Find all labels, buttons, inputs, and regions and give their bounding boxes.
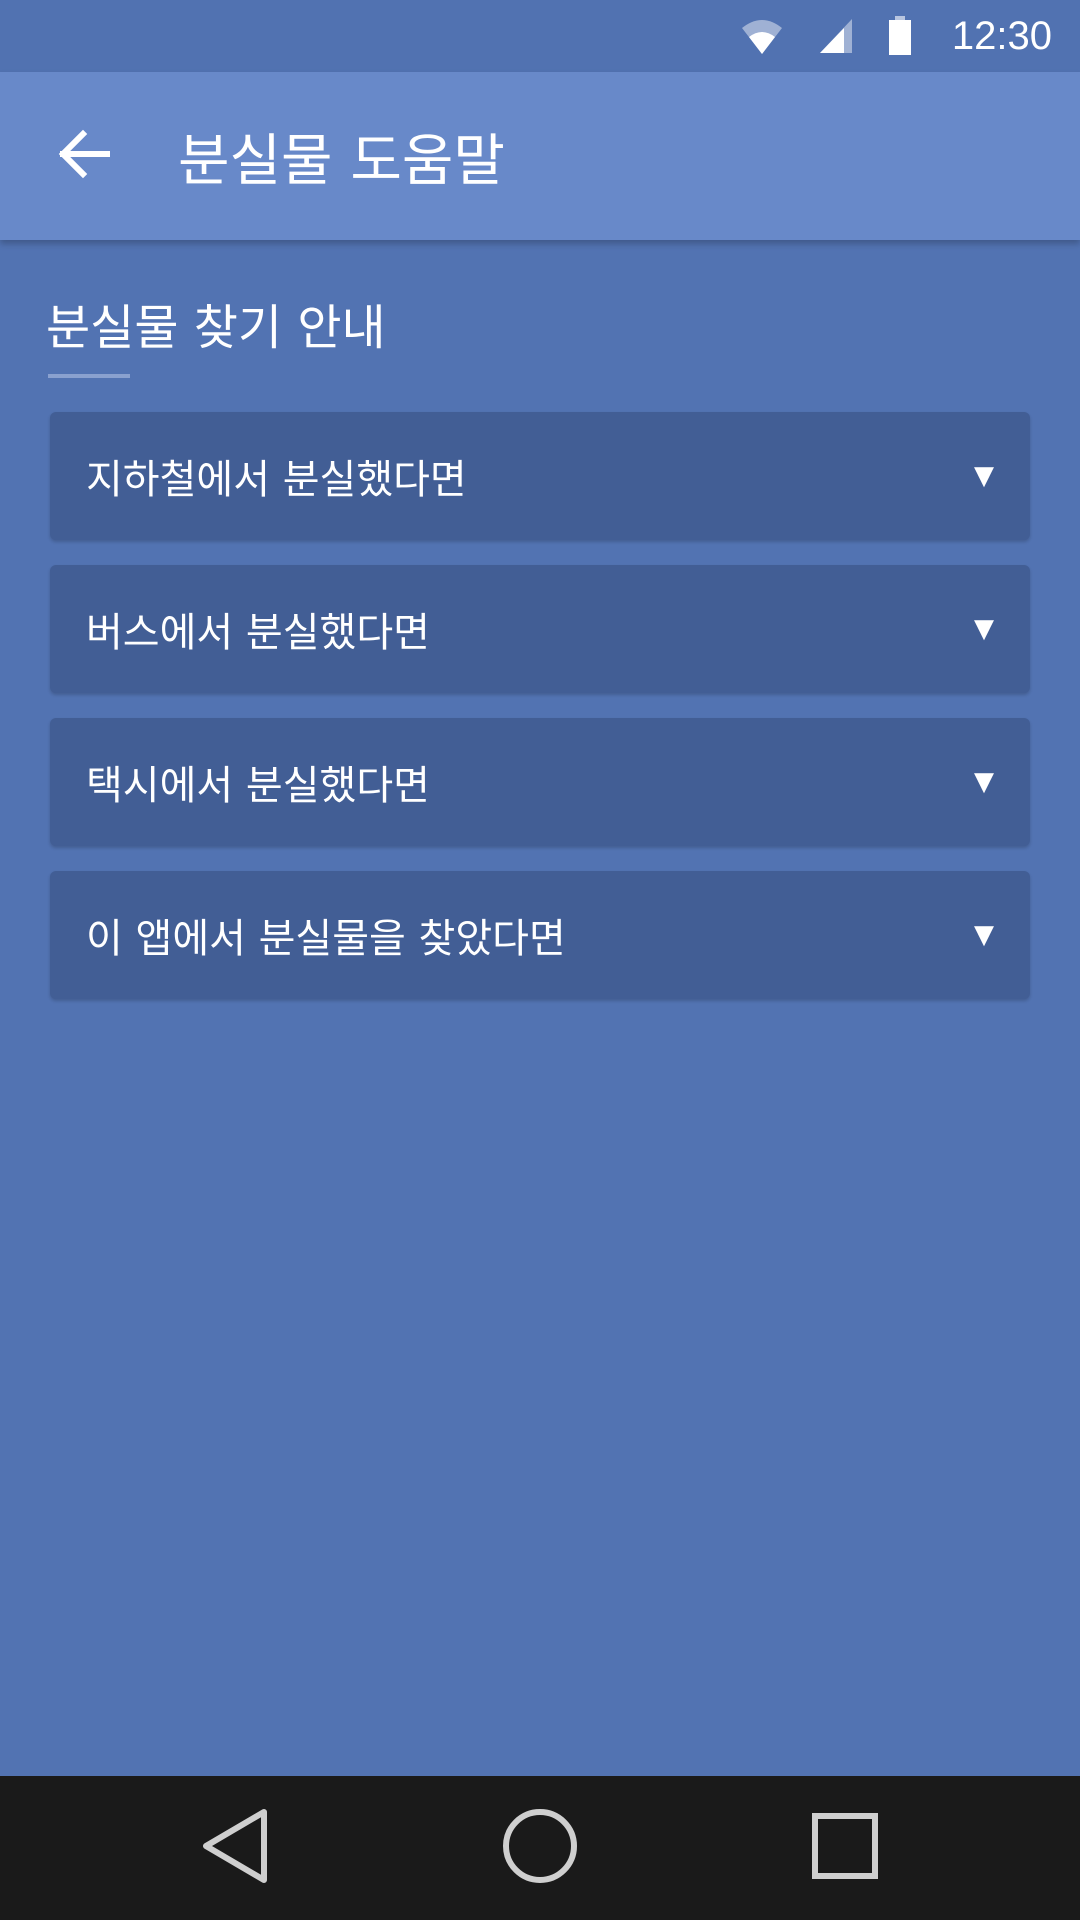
- nav-back-button[interactable]: [175, 1788, 295, 1908]
- caret-down-icon: ▼: [974, 461, 994, 491]
- back-button[interactable]: [28, 100, 140, 212]
- accordion-item-label: 이 앱에서 분실물을 찾았다면: [86, 916, 566, 962]
- back-triangle-icon: [200, 1808, 270, 1888]
- accordion-item-taxi[interactable]: 택시에서 분실했다면 ▼: [50, 718, 1030, 846]
- navigation-bar: [0, 1776, 1080, 1920]
- accordion: 지하철에서 분실했다면 ▼ 버스에서 분실했다면 ▼ 택시에서 분실했다면 ▼ …: [50, 412, 1030, 1024]
- caret-down-icon: ▼: [974, 920, 994, 950]
- accordion-item-subway[interactable]: 지하철에서 분실했다면 ▼: [50, 412, 1030, 540]
- section-underline: [48, 374, 130, 378]
- accordion-item-bus[interactable]: 버스에서 분실했다면 ▼: [50, 565, 1030, 693]
- accordion-item-label: 지하철에서 분실했다면: [86, 457, 467, 503]
- app-bar: 분실물 도움말: [0, 72, 1080, 240]
- home-circle-icon: [502, 1808, 578, 1888]
- page-title: 분실물 도움말: [178, 128, 505, 194]
- caret-down-icon: ▼: [974, 767, 994, 797]
- status-time: 12:30: [951, 13, 1052, 58]
- nav-home-button[interactable]: [480, 1788, 600, 1908]
- accordion-item-found-in-app[interactable]: 이 앱에서 분실물을 찾았다면 ▼: [50, 871, 1030, 999]
- arrow-left-icon: [57, 129, 111, 183]
- status-bar: 12:30: [0, 0, 1080, 72]
- accordion-item-label: 택시에서 분실했다면: [86, 763, 430, 809]
- battery-icon: [888, 16, 912, 56]
- wifi-icon: [740, 16, 784, 56]
- nav-recents-button[interactable]: [785, 1788, 905, 1908]
- cell-signal-icon: [818, 17, 854, 55]
- section-title: 분실물 찾기 안내: [46, 300, 386, 356]
- recents-square-icon: [812, 1813, 878, 1883]
- screen: 12:30 분실물 도움말 분실물 찾기 안내 지하철에서 분실했다면 ▼ 버스…: [0, 0, 1080, 1920]
- accordion-item-label: 버스에서 분실했다면: [86, 610, 430, 656]
- caret-down-icon: ▼: [974, 614, 994, 644]
